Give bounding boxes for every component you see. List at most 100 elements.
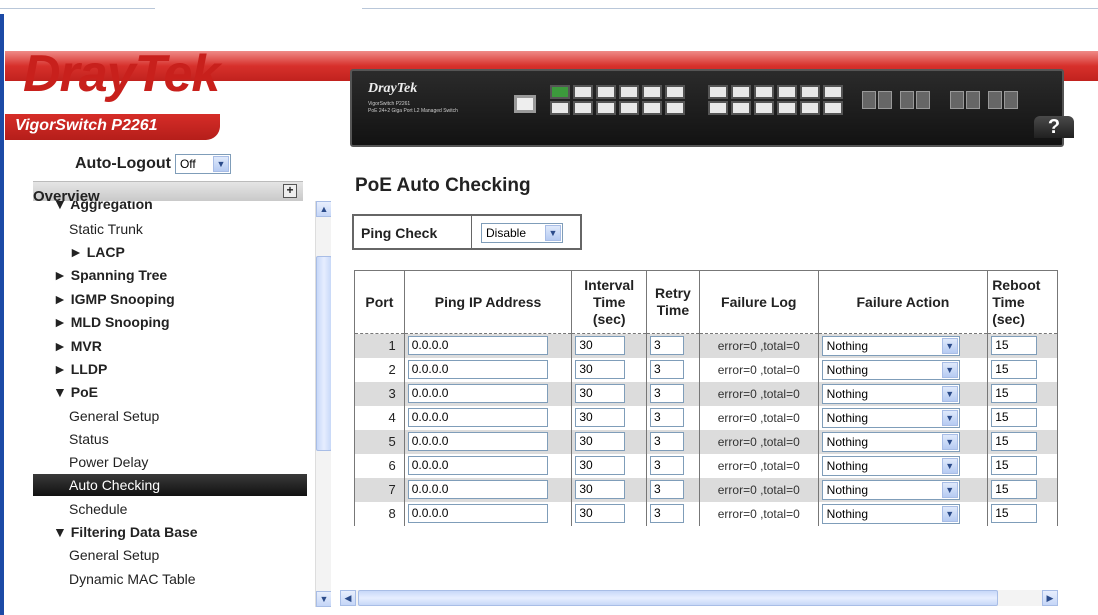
chevron-down-icon: ▼ [941,481,958,498]
port-icon [665,101,685,115]
failure-action-select[interactable]: Nothing ▼ [821,383,960,404]
ping-ip-input[interactable]: 0.0.0.0 [407,480,548,499]
port-cell: 2 [354,357,405,382]
main-horizontal-scrollbar[interactable]: ◀ ▶ [340,590,1058,606]
console-port-icon [514,95,536,113]
sidebar-item-fdb-general-setup[interactable]: General Setup [33,544,159,566]
retry-cell: 3 [646,429,700,454]
sfp-group-1 [862,91,892,109]
page-title: PoE Auto Checking [355,175,531,196]
interval-input[interactable]: 30 [575,384,626,403]
retry-input[interactable]: 3 [650,504,685,523]
chevron-down-icon: ▼ [545,225,561,241]
ping-ip-input[interactable]: 0.0.0.0 [407,456,548,475]
sidebar-item-mld-snooping[interactable]: ► MLD Snooping [33,311,170,333]
reboot-input[interactable]: 15 [991,360,1038,379]
sidebar-item-lldp[interactable]: ► LLDP [33,358,107,380]
table-row: 8 0.0.0.0 30 3 error=0 ,total=0 Nothing ▼ 15 [354,501,1058,526]
logo-tek-text: Tek [134,45,221,103]
failure-action-select[interactable]: Nothing ▼ [821,359,960,380]
ping-ip-input[interactable]: 0.0.0.0 [407,504,548,523]
sidebar-scrollbar[interactable]: ▲ ▼ [315,201,331,607]
interval-input[interactable]: 30 [575,480,626,499]
main-hscroll-thumb[interactable] [358,590,998,606]
failure-action-value: Nothing [826,362,869,377]
retry-input[interactable]: 3 [650,336,685,356]
sfp-port-icon [862,91,876,109]
ping-ip-input[interactable]: 0.0.0.0 [407,432,548,451]
auto-logout-select[interactable]: Off ▼ [174,154,231,174]
port-icon [708,101,728,115]
sidebar-item-poe[interactable]: ▼ PoE [33,381,98,403]
retry-input[interactable]: 3 [650,480,685,499]
sidebar-item-auto-checking[interactable]: Auto Checking [33,474,307,496]
failure-action-select[interactable]: Nothing ▼ [821,479,960,500]
retry-input[interactable]: 3 [650,456,685,475]
failure-action-select[interactable]: Nothing ▼ [821,431,960,452]
sidebar-scroll-thumb[interactable] [316,256,331,451]
interval-input[interactable]: 30 [575,336,626,356]
scroll-down-icon[interactable]: ▼ [316,591,331,607]
retry-cell: 3 [646,453,700,478]
retry-input[interactable]: 3 [650,432,685,451]
table-row: 6 0.0.0.0 30 3 error=0 ,total=0 Nothing ▼ 15 [354,453,1058,478]
sidebar-item-schedule[interactable]: Schedule [33,498,127,520]
col-reboot: Reboot Time (sec) [987,270,1058,334]
plus-icon[interactable]: + [283,184,297,198]
failure-log-cell: error=0 ,total=0 [698,477,819,502]
reboot-input[interactable]: 15 [991,384,1038,403]
overview-header[interactable]: Overview + [33,181,303,205]
ping-ip-input[interactable]: 0.0.0.0 [407,384,548,403]
col-port: Port [354,270,405,334]
device-brand: DrayTek [368,81,418,96]
scroll-up-icon[interactable]: ▲ [316,201,331,217]
interval-input[interactable]: 30 [575,360,626,379]
main-content: PoE Auto Checking Ping Check Disable ▼ P… [340,146,1058,606]
interval-input[interactable]: 30 [575,408,626,427]
tab-line-left [0,8,155,9]
ping-ip-input[interactable]: 0.0.0.0 [407,336,548,356]
sidebar-item-power-delay[interactable]: Power Delay [33,451,148,473]
interval-input[interactable]: 30 [575,432,626,451]
auto-logout-label: Auto-Logout [75,155,171,172]
reboot-input[interactable]: 15 [991,408,1038,427]
scroll-right-icon[interactable]: ▶ [1042,590,1058,606]
retry-input[interactable]: 3 [650,408,685,427]
reboot-cell: 15 [987,381,1058,406]
help-button[interactable]: ? [1034,116,1074,138]
reboot-input[interactable]: 15 [991,336,1038,356]
sidebar-item-igmp-snooping[interactable]: ► IGMP Snooping [33,288,175,310]
port-cell: 7 [354,477,405,502]
interval-input[interactable]: 30 [575,504,626,523]
reboot-input[interactable]: 15 [991,480,1038,499]
reboot-input[interactable]: 15 [991,456,1038,475]
failure-action-cell: Nothing ▼ [817,477,989,502]
sidebar-item-static-trunk[interactable]: Static Trunk [33,218,143,240]
sidebar-item-dynamic-mac-table[interactable]: Dynamic MAC Table [33,568,196,590]
sidebar-item-poe-status[interactable]: Status [33,428,109,450]
retry-input[interactable]: 3 [650,384,685,403]
failure-action-value: Nothing [826,386,869,401]
retry-input[interactable]: 3 [650,360,685,379]
ping-check-divider [471,216,472,248]
sidebar-item-spanning-tree[interactable]: ► Spanning Tree [33,264,167,286]
failure-action-select[interactable]: Nothing ▼ [821,503,960,524]
scroll-left-icon[interactable]: ◀ [340,590,356,606]
reboot-input[interactable]: 15 [991,432,1038,451]
sidebar-item-poe-general-setup[interactable]: General Setup [33,405,159,427]
failure-action-select[interactable]: Nothing ▼ [821,455,960,476]
failure-action-select[interactable]: Nothing ▼ [821,407,960,428]
reboot-input[interactable]: 15 [991,504,1038,523]
sidebar-item-aggregation[interactable]: ▼ Aggregation [33,201,153,215]
sidebar-item-lacp[interactable]: ► LACP [33,241,125,263]
ping-ip-cell: 0.0.0.0 [403,501,573,526]
ping-ip-input[interactable]: 0.0.0.0 [407,408,548,427]
failure-action-select[interactable]: Nothing ▼ [821,335,960,356]
ping-ip-input[interactable]: 0.0.0.0 [407,360,548,379]
ping-check-select[interactable]: Disable ▼ [481,223,563,243]
interval-input[interactable]: 30 [575,456,626,475]
sidebar-item-mvr[interactable]: ► MVR [33,335,102,357]
sidebar-item-filtering-data-base[interactable]: ▼ Filtering Data Base [33,521,198,543]
draytek-logo: DrayTek [23,44,221,104]
interval-cell: 30 [571,501,648,526]
